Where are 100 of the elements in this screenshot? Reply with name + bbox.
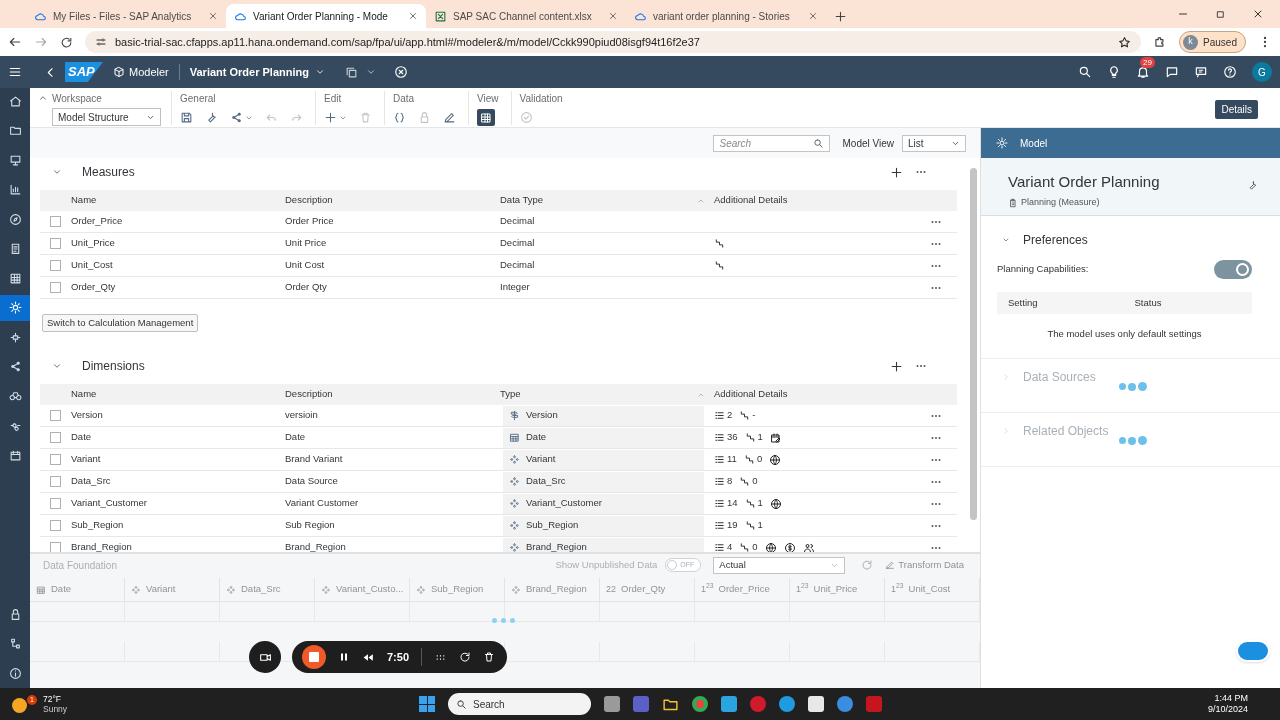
temperature: 72°F	[43, 694, 63, 704]
search-icon[interactable]	[1078, 65, 1092, 79]
folder-icon	[8, 124, 22, 137]
checkbox[interactable]	[50, 476, 61, 487]
wrench-icon[interactable]	[1247, 180, 1258, 191]
gear-icon	[996, 137, 1008, 149]
checkbox[interactable]	[50, 432, 61, 443]
assistant-bubble[interactable]	[1236, 640, 1270, 662]
braces-icon	[393, 111, 406, 124]
hierarchy-count: -	[752, 408, 756, 423]
trash-icon[interactable]	[483, 651, 496, 663]
field-label: Model View	[842, 136, 894, 151]
search-field[interactable]: Search	[713, 134, 831, 152]
chevron-down-icon[interactable]	[52, 167, 62, 177]
checkbox[interactable]	[50, 542, 61, 552]
model-view-dropdown[interactable]: List	[902, 134, 966, 152]
copy-icon[interactable]	[344, 65, 358, 79]
star-icon[interactable]	[1118, 35, 1132, 49]
checkbox[interactable]	[50, 498, 61, 509]
close-icon[interactable]	[393, 65, 408, 79]
group-label: Workspace	[52, 92, 103, 106]
list-icon	[714, 542, 725, 552]
lightbulb-icon[interactable]	[1107, 65, 1121, 79]
sidebar-item[interactable]	[0, 294, 30, 321]
workspace-dropdown[interactable]: Model Structure	[52, 108, 161, 126]
view-button[interactable]	[477, 109, 495, 126]
section-title: Measures	[82, 164, 135, 181]
switch-calculation-button[interactable]: Switch to Calculation Management	[42, 314, 199, 333]
plus-icon[interactable]	[890, 359, 903, 373]
close-icon[interactable]	[408, 11, 418, 21]
column-header: Order_Price	[718, 582, 770, 597]
stop-button[interactable]	[302, 645, 326, 669]
model-title-menu[interactable]: Variant Order Planning	[189, 63, 325, 81]
chevron-down-icon[interactable]	[1002, 236, 1010, 244]
plus-icon[interactable]	[890, 165, 903, 179]
checkbox[interactable]	[50, 238, 61, 249]
browser-tab[interactable]: My Files - Files - SAP Analytics	[26, 4, 226, 28]
share-icon	[8, 360, 22, 373]
checkbox[interactable]	[50, 454, 61, 465]
menu-icon[interactable]	[8, 65, 22, 79]
checkbox[interactable]	[50, 410, 61, 421]
section-title: Data Sources	[1023, 369, 1096, 386]
taskbar-search[interactable]: Search	[448, 693, 591, 715]
bell-icon[interactable]	[1136, 65, 1150, 79]
maximize-icon[interactable]	[1215, 8, 1226, 20]
checkbox[interactable]	[50, 282, 61, 293]
version-dropdown[interactable]: Actual	[713, 556, 846, 574]
checkbox[interactable]	[50, 260, 61, 271]
table-icon	[8, 271, 22, 285]
panel-header: Model	[1020, 136, 1048, 151]
undo-icon	[265, 111, 278, 124]
details-button[interactable]: Details	[1215, 100, 1258, 119]
app-icon[interactable]	[692, 696, 708, 712]
table-cell-text: Decimal	[500, 258, 536, 273]
help-icon[interactable]	[1223, 65, 1237, 79]
column-header: Order_Qty	[621, 582, 666, 597]
chevron-up-icon[interactable]	[38, 93, 48, 103]
user-avatar[interactable]: G	[1252, 62, 1272, 82]
chart-icon	[8, 183, 22, 196]
start-button[interactable]	[419, 696, 435, 712]
plus-icon[interactable]	[834, 9, 847, 23]
feedback-icon[interactable]	[1194, 65, 1208, 79]
browser-tab[interactable]: variant order planning - Stories	[626, 4, 826, 28]
pencil-icon	[443, 111, 456, 124]
close-icon[interactable]	[1252, 8, 1264, 20]
column-header: Unit_Price	[813, 582, 858, 597]
checkbox[interactable]	[50, 520, 61, 531]
browser-tab[interactable]: SAP SAC Channel content.xlsx	[426, 4, 626, 28]
app-icon[interactable]	[779, 696, 795, 712]
planning-toggle[interactable]	[1214, 260, 1252, 279]
profile-button[interactable]: k Paused	[1179, 31, 1246, 53]
list-icon	[714, 476, 725, 487]
member-count: 11	[727, 452, 737, 467]
checkbox[interactable]	[50, 216, 61, 227]
table-cell-text: Data Source	[285, 474, 339, 489]
hierarchy-count: 0	[752, 474, 758, 489]
weather-sun[interactable]	[12, 698, 27, 713]
chevron-down-icon[interactable]	[365, 67, 376, 77]
type-mark: 22	[606, 582, 616, 596]
scrollbar[interactable]	[970, 168, 977, 520]
clipboard-icon	[1008, 197, 1018, 208]
pause-icon[interactable]	[338, 651, 350, 663]
chevron-down-icon[interactable]	[52, 361, 62, 371]
list-icon	[714, 432, 725, 443]
chat-icon[interactable]	[1165, 65, 1179, 79]
browser-tab[interactable]: Variant Order Planning - Mode	[226, 4, 426, 28]
address-bar[interactable]: basic-trial-sac.cfapps.ap11.hana.ondemand.com/sap/fpa/ui/app.html#/modeler&/m/model/Cckk990piud08isgf94t16f2e37	[85, 31, 1142, 53]
hierarchy-count: 0	[756, 452, 763, 467]
table-cell-text: Brand_Region	[285, 540, 347, 552]
refresh-icon[interactable]	[459, 651, 472, 663]
table-cell-text: Unit_Price	[71, 236, 116, 251]
refresh-icon[interactable]	[60, 35, 73, 49]
table-cell-text: Sub_Region	[71, 518, 125, 533]
empty-message: The model uses only default settings	[1047, 328, 1202, 339]
group-label: Validation	[519, 92, 563, 106]
type-label: Data_Src	[526, 474, 566, 489]
back-icon[interactable]	[8, 35, 22, 49]
app-icon[interactable]	[837, 696, 853, 712]
site-info-icon	[95, 36, 107, 48]
app-icon[interactable]	[750, 696, 766, 712]
